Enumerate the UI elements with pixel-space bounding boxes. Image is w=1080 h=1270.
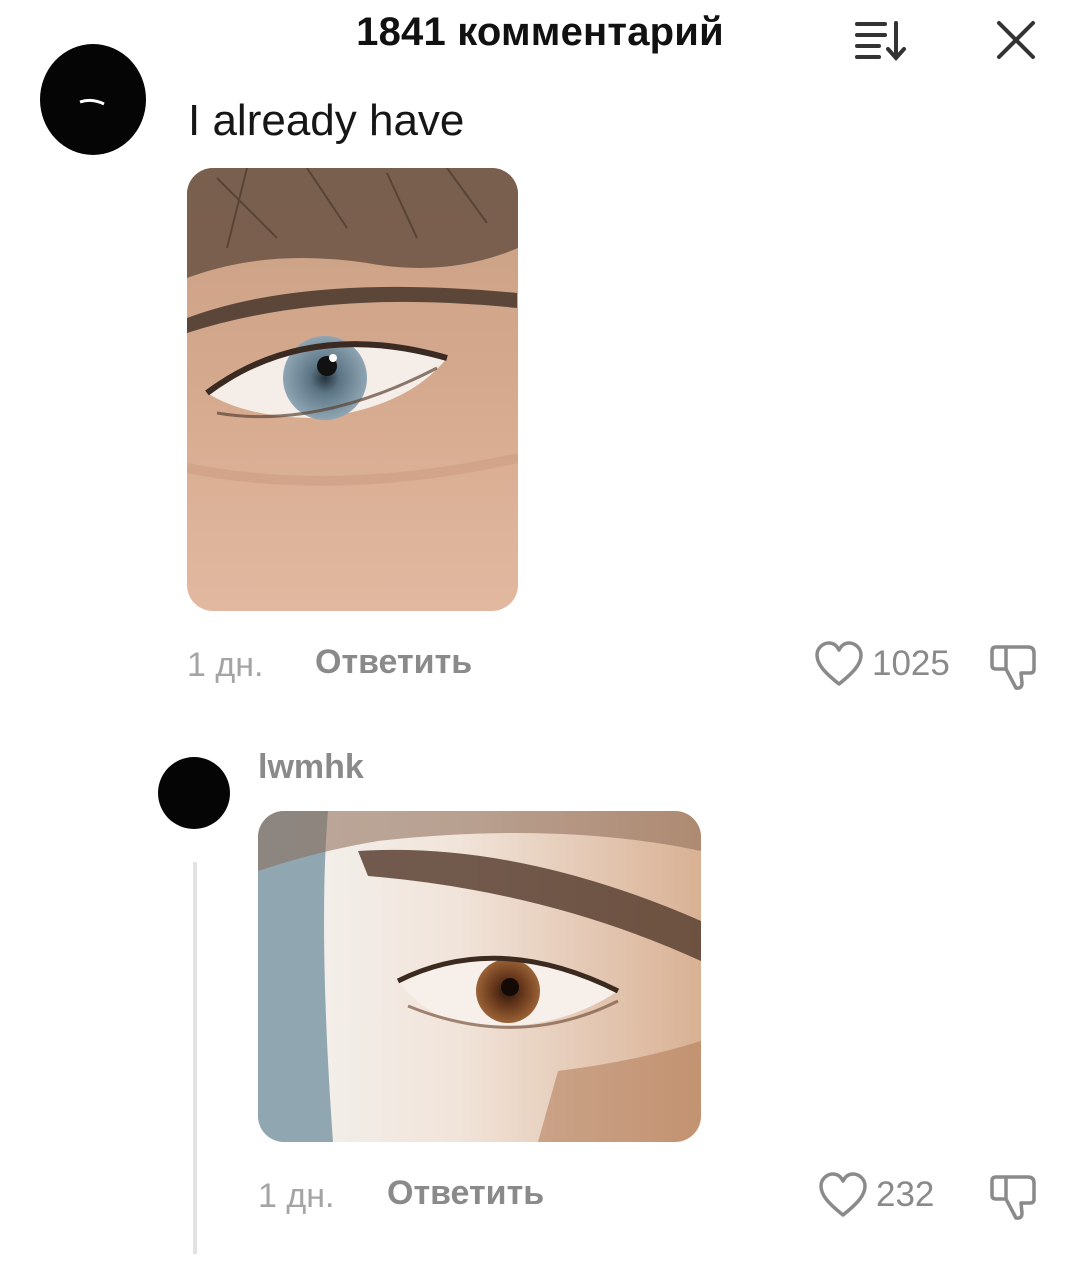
like-count: 1025	[872, 644, 950, 683]
comments-sheet: 1841 комментарий I already have 1 дн. От…	[0, 0, 1080, 1270]
dislike-button[interactable]	[988, 1171, 1040, 1226]
username[interactable]: lwmhk	[258, 748, 364, 787]
heart-icon	[815, 641, 863, 686]
reply-button[interactable]: Ответить	[387, 1174, 544, 1213]
comment-text: I already have	[188, 96, 465, 145]
close-icon	[997, 21, 1035, 59]
avatar-mark-icon	[79, 98, 105, 106]
like-count: 232	[876, 1175, 935, 1214]
reply-time: 1 дн.	[258, 1177, 335, 1215]
like-button[interactable]: 232	[818, 1171, 934, 1219]
like-button[interactable]: 1025	[814, 640, 950, 688]
thumbs-down-icon	[990, 1175, 1036, 1220]
reply-button[interactable]: Ответить	[315, 643, 472, 682]
comment-image[interactable]	[187, 168, 518, 611]
dislike-button[interactable]	[988, 641, 1040, 696]
heart-icon	[819, 1172, 867, 1217]
comment-time: 1 дн.	[187, 646, 264, 684]
avatar[interactable]	[40, 44, 146, 155]
close-button[interactable]	[988, 12, 1044, 68]
thumbs-down-icon	[990, 645, 1036, 690]
sort-button[interactable]	[848, 12, 910, 68]
sort-icon	[855, 21, 906, 62]
thread-line	[193, 862, 197, 1254]
reply-avatar[interactable]	[158, 757, 230, 829]
comments-count-title: 1841 комментарий	[356, 10, 724, 54]
reply-image[interactable]	[258, 811, 701, 1142]
